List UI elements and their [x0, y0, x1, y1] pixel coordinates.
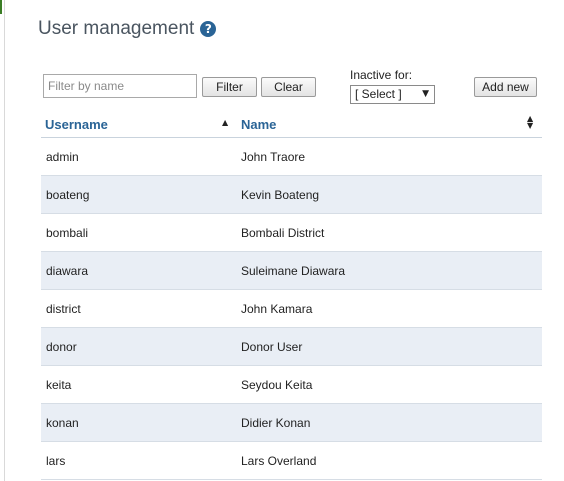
name-cell: Lars Overland [241, 454, 317, 468]
name-cell: Didier Konan [241, 416, 311, 430]
name-cell: John Kamara [241, 302, 313, 316]
table-row[interactable]: boateng Kevin Boateng [41, 176, 542, 214]
table-body: admin John Traore boateng Kevin Boateng bomb… [41, 138, 542, 480]
table-row[interactable]: konan Didier Konan [41, 404, 542, 442]
username-cell: boateng [46, 188, 90, 202]
add-new-button[interactable]: Add new [474, 77, 537, 97]
table-row[interactable]: donor Donor User [41, 328, 542, 366]
table-row[interactable]: diawara Suleimane Diawara [41, 252, 542, 290]
clear-button[interactable]: Clear [261, 77, 316, 97]
username-cell: admin [46, 150, 79, 164]
table-row[interactable]: lars Lars Overland [41, 442, 542, 480]
table-row[interactable]: keita Seydou Keita [41, 366, 542, 404]
inactive-for-select[interactable]: [ Select ] ▼ [350, 85, 435, 104]
name-cell: Kevin Boateng [241, 188, 320, 202]
table-row[interactable]: district John Kamara [41, 290, 542, 328]
inactive-for-label: Inactive for: [350, 68, 413, 82]
username-cell: district [46, 302, 81, 316]
dropdown-arrow-icon: ▼ [422, 89, 429, 99]
name-cell: Suleimane Diawara [241, 264, 346, 278]
page-title-wrap: User management ? [38, 16, 217, 42]
table-row[interactable]: admin John Traore [41, 138, 542, 176]
sort-ascending-icon[interactable]: ▲ [222, 118, 228, 127]
username-cell: donor [46, 340, 77, 354]
username-cell: diawara [46, 264, 89, 278]
left-accent [0, 0, 2, 14]
username-cell: bombali [46, 226, 89, 240]
filter-by-name-input[interactable] [43, 74, 197, 98]
username-cell: keita [46, 378, 72, 392]
username-cell: konan [46, 416, 79, 430]
filter-button[interactable]: Filter [202, 77, 257, 97]
left-border [0, 0, 5, 481]
column-header-name[interactable]: Name [241, 117, 276, 132]
question-circle-icon[interactable]: ? [200, 21, 217, 37]
username-cell: lars [46, 454, 66, 468]
page-title: User management [38, 18, 195, 39]
users-table: Username ▲ Name ▲ ▼ admin John Traore boate… [41, 114, 542, 480]
table-row[interactable]: bombali Bombali District [41, 214, 542, 252]
name-cell: Bombali District [241, 226, 325, 240]
name-cell: John Traore [241, 150, 306, 164]
name-cell: Donor User [241, 340, 303, 354]
sort-both-icon[interactable]: ▲ ▼ [527, 115, 533, 130]
column-header-username[interactable]: Username [45, 117, 108, 132]
table-header: Username ▲ Name ▲ ▼ [41, 114, 542, 138]
inactive-for-selected-value: [ Select ] [355, 87, 402, 101]
name-cell: Seydou Keita [241, 378, 313, 392]
